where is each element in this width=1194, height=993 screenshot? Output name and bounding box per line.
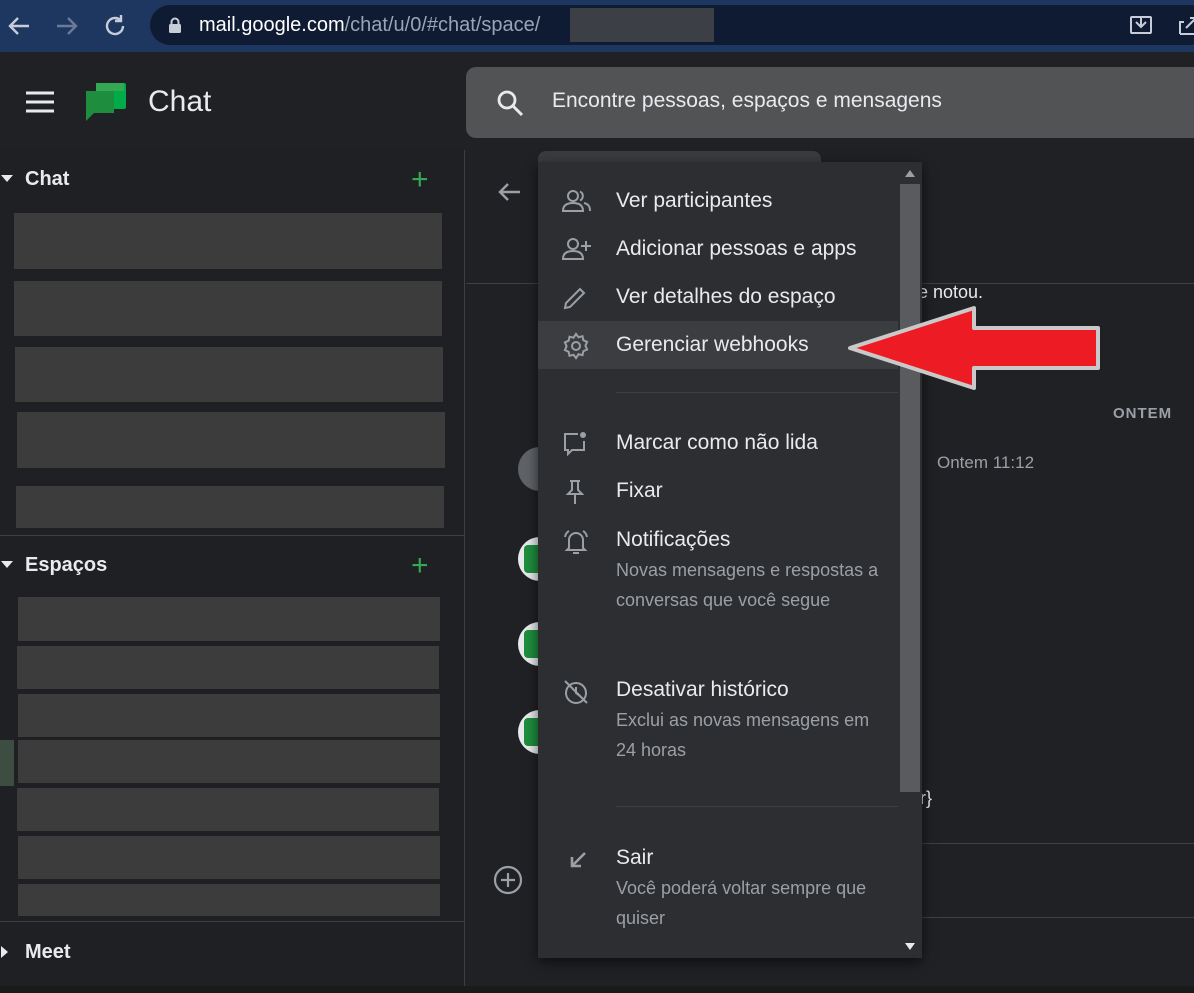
redacted-chat-item[interactable]	[14, 281, 442, 336]
redacted-url-segment	[570, 8, 714, 42]
menu-item-label: Notificações	[616, 528, 731, 551]
menu-item-sair[interactable]: Sair Você poderá voltar sempre que quise…	[538, 833, 898, 943]
redacted-space-item[interactable]	[18, 694, 440, 737]
redacted-chat-item[interactable]	[14, 213, 442, 269]
share-icon[interactable]	[1176, 12, 1194, 38]
add-circle-icon[interactable]	[492, 864, 524, 896]
section-divider	[0, 535, 465, 536]
menu-item-adicionar-pessoas[interactable]: Adicionar pessoas e apps	[538, 225, 898, 273]
scroll-down-arrow-icon[interactable]	[905, 943, 915, 950]
redacted-chat-item[interactable]	[17, 412, 445, 468]
google-chat-logo-icon	[86, 83, 126, 121]
pin-icon	[565, 480, 585, 504]
people-icon	[562, 190, 591, 212]
history-off-icon	[564, 680, 588, 704]
menu-item-ver-participantes[interactable]: Ver participantes	[538, 177, 898, 225]
composer-divider	[920, 917, 1194, 918]
scroll-up-arrow-icon[interactable]	[905, 170, 915, 177]
redacted-space-item[interactable]	[18, 836, 440, 879]
menu-item-description: Você poderá voltar sempre que quiser	[616, 878, 867, 928]
menu-item-notificacoes[interactable]: Notificações Novas mensagens e respostas…	[538, 515, 898, 655]
address-bar[interactable]: mail.google.com/chat/u/0/#chat/space/	[150, 5, 1194, 45]
caret-down-icon	[1, 175, 13, 182]
message-text-fragment: e notou.	[918, 282, 984, 302]
os-taskbar	[0, 986, 1194, 993]
browser-toolbar: mail.google.com/chat/u/0/#chat/space/	[0, 0, 1194, 52]
redacted-space-item[interactable]	[17, 646, 439, 689]
menu-item-desativar-historico[interactable]: Desativar histórico Exclui as novas mens…	[538, 665, 898, 775]
pencil-icon	[563, 287, 586, 310]
redacted-space-item[interactable]	[17, 788, 439, 831]
menu-item-description: Novas mensagens e respostas a conversas …	[616, 560, 879, 610]
menu-item-label: Adicionar pessoas e apps	[616, 237, 857, 260]
bell-icon	[564, 530, 588, 554]
menu-item-marcar-nao-lida[interactable]: Marcar como não lida	[538, 419, 898, 467]
space-options-menu: Ver participantes Adicionar pessoas e ap…	[538, 162, 922, 958]
menu-scrollbar[interactable]	[898, 162, 922, 958]
forward-nav-button[interactable]	[51, 10, 83, 42]
redacted-chat-item[interactable]	[16, 486, 444, 528]
active-item-marker	[0, 740, 14, 786]
date-separator: ONTEM	[1113, 405, 1173, 422]
menu-item-label: Desativar histórico	[616, 678, 789, 701]
arrow-right-icon	[57, 17, 78, 35]
menu-item-description: Exclui as novas mensagens em 24 horas	[616, 710, 870, 760]
lock-icon	[169, 17, 181, 33]
meet-section-label: Meet	[25, 941, 71, 963]
reload-icon	[105, 15, 125, 36]
redacted-space-item[interactable]	[18, 740, 440, 783]
app-header: Chat	[0, 52, 1194, 150]
menu-item-ver-detalhes[interactable]: Ver detalhes do espaço	[538, 273, 898, 321]
red-annotation-arrow-icon	[848, 306, 1100, 390]
back-nav-button[interactable]	[3, 10, 35, 42]
menu-item-label: Marcar como não lida	[616, 431, 818, 454]
exit-arrow-icon	[570, 852, 586, 868]
menu-item-label: Sair	[616, 846, 654, 869]
app-title: Chat	[148, 85, 212, 118]
search-bar[interactable]	[466, 67, 1194, 138]
chat-section-header[interactable]: Chat +	[0, 160, 465, 200]
person-add-icon	[562, 238, 591, 260]
menu-item-label: Ver detalhes do espaço	[616, 285, 836, 308]
caret-down-icon	[1, 561, 13, 568]
redacted-space-item[interactable]	[18, 597, 440, 641]
menu-item-label: Ver participantes	[616, 189, 773, 212]
install-app-icon[interactable]	[1128, 12, 1154, 38]
caret-right-icon	[1, 946, 8, 958]
sidebar: Chat + Espaços + Meet	[0, 150, 465, 993]
gear-icon	[563, 332, 589, 360]
message-timestamp: Ontem 11:12	[937, 453, 1035, 472]
chat-section-label: Chat	[25, 168, 70, 190]
back-arrow-icon[interactable]	[496, 180, 522, 204]
mark-unread-icon	[564, 432, 586, 457]
reload-button[interactable]	[99, 10, 131, 42]
menu-item-label: Fixar	[616, 479, 663, 502]
menu-separator	[616, 392, 898, 393]
add-space-plus-icon[interactable]: +	[411, 551, 429, 581]
menu-item-label: Gerenciar webhooks	[616, 333, 809, 356]
spaces-section-label: Espaços	[25, 554, 108, 576]
composer-divider	[920, 843, 1194, 844]
menu-item-gerenciar-webhooks[interactable]: Gerenciar webhooks	[538, 321, 898, 369]
search-input[interactable]	[552, 89, 1152, 113]
section-divider	[0, 921, 465, 922]
hamburger-menu-icon[interactable]	[26, 91, 54, 113]
search-icon	[497, 90, 524, 117]
menu-separator	[616, 806, 898, 807]
redacted-space-item[interactable]	[18, 884, 440, 916]
scrollbar-thumb[interactable]	[900, 184, 920, 792]
menu-item-fixar[interactable]: Fixar	[538, 467, 898, 515]
add-chat-plus-icon[interactable]: +	[411, 165, 429, 195]
url-text: mail.google.com/chat/u/0/#chat/space/	[199, 14, 541, 36]
spaces-section-header[interactable]: Espaços +	[0, 546, 465, 586]
redacted-chat-item[interactable]	[15, 347, 443, 402]
meet-section-header[interactable]: Meet	[0, 933, 465, 973]
arrow-left-icon	[8, 17, 29, 35]
